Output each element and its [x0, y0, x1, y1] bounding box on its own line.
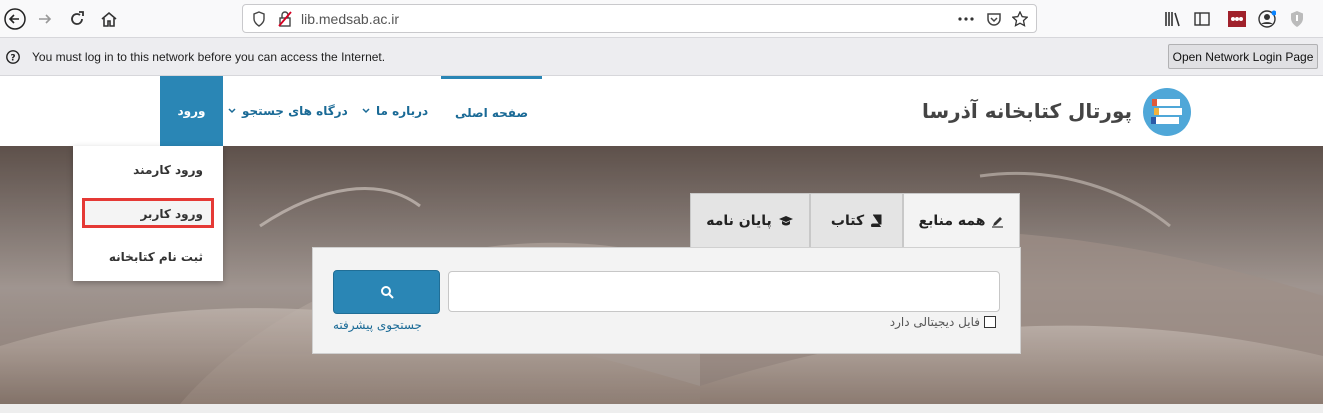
account-button[interactable] [1252, 4, 1282, 34]
book-icon [871, 214, 882, 227]
chevron-down-icon [362, 108, 370, 114]
bookmark-star-icon[interactable] [1011, 10, 1029, 28]
tab-thesis-label: پایان نامه [706, 212, 772, 229]
browser-toolbar: lib.medsab.ac.ir [0, 0, 1323, 38]
reload-icon [71, 11, 84, 25]
nav-about[interactable]: درباره ما [362, 76, 428, 146]
dropdown-register[interactable]: ثبت نام کتابخانه [109, 250, 203, 264]
home-icon [101, 11, 117, 27]
chevron-down-icon [228, 108, 236, 114]
books-logo-icon [1143, 88, 1191, 136]
pocket-icon[interactable] [985, 10, 1003, 28]
address-bar[interactable]: lib.medsab.ac.ir [242, 4, 1037, 33]
tab-book-label: کتاب [830, 212, 865, 229]
forward-arrow-icon [39, 14, 52, 24]
edit-icon [992, 216, 1004, 228]
tab-thesis[interactable]: پایان نامه [690, 193, 810, 248]
insecure-lock-icon[interactable] [276, 10, 294, 28]
tab-all-resources[interactable]: همه منابع [903, 193, 1020, 248]
digital-file-label: فایل دیجیتالی دارد [889, 315, 980, 329]
login-dropdown-menu: ورود کارمند ورود کاربر ثبت نام کتابخانه [73, 146, 223, 281]
search-input[interactable] [448, 271, 1000, 312]
captive-portal-notification: ? You must log in to this network before… [0, 38, 1323, 76]
sidebar-icon [1194, 12, 1210, 26]
search-panel: جستجوی پیشرفته فایل دیجیتالی دارد [312, 247, 1021, 354]
search-tabs: همه منابع کتاب پایان نامه [690, 193, 1020, 248]
shield-icon[interactable] [250, 10, 268, 28]
vpn-shield-icon [1291, 11, 1303, 27]
nav-home[interactable]: صفحه اصلی [441, 76, 542, 146]
logo-text: پورتال کتابخانه آذرسا [921, 99, 1132, 123]
site-logo[interactable]: پورتال کتابخانه آذرسا [922, 85, 1192, 137]
forward-button[interactable] [30, 4, 60, 34]
digital-file-checkbox[interactable] [984, 316, 996, 328]
library-button[interactable] [1158, 4, 1188, 34]
help-icon: ? [6, 50, 20, 64]
library-icon [1165, 12, 1180, 27]
back-arrow-icon [4, 8, 26, 30]
nav-search-gateways[interactable]: درگاه های جستجو [228, 76, 348, 146]
back-button[interactable] [0, 4, 30, 34]
nav-search-gateways-label: درگاه های جستجو [242, 104, 348, 118]
svg-text:?: ? [10, 54, 15, 64]
page-footer-strip [0, 404, 1323, 413]
home-button[interactable] [94, 4, 124, 34]
reload-button[interactable] [62, 4, 92, 34]
extension-button[interactable] [1222, 4, 1252, 34]
extension-icon [1228, 11, 1246, 27]
vpn-button[interactable] [1282, 4, 1312, 34]
dropdown-user-login[interactable]: ورود کاربر [140, 207, 203, 221]
tab-book[interactable]: کتاب [810, 193, 903, 248]
nav-login[interactable]: ورود [160, 76, 223, 146]
digital-file-filter[interactable]: فایل دیجیتالی دارد [890, 315, 996, 329]
graduation-cap-icon [778, 215, 793, 225]
sidebar-button[interactable] [1187, 4, 1217, 34]
tab-all-label: همه منابع [918, 213, 986, 229]
search-icon [380, 286, 394, 299]
url-text[interactable]: lib.medsab.ac.ir [301, 11, 399, 27]
dropdown-staff-login[interactable]: ورود کارمند [133, 163, 203, 177]
open-network-login-button[interactable]: Open Network Login Page [1168, 44, 1318, 69]
notification-message: You must log in to this network before y… [32, 50, 386, 64]
more-actions-icon[interactable] [957, 10, 975, 28]
account-icon [1258, 10, 1276, 28]
search-button[interactable] [333, 270, 440, 314]
site-header: ورود درگاه های جستجو درباره ما صفحه اصلی… [0, 76, 1323, 146]
nav-about-label: درباره ما [376, 104, 429, 118]
advanced-search-link[interactable]: جستجوی پیشرفته [333, 318, 422, 332]
